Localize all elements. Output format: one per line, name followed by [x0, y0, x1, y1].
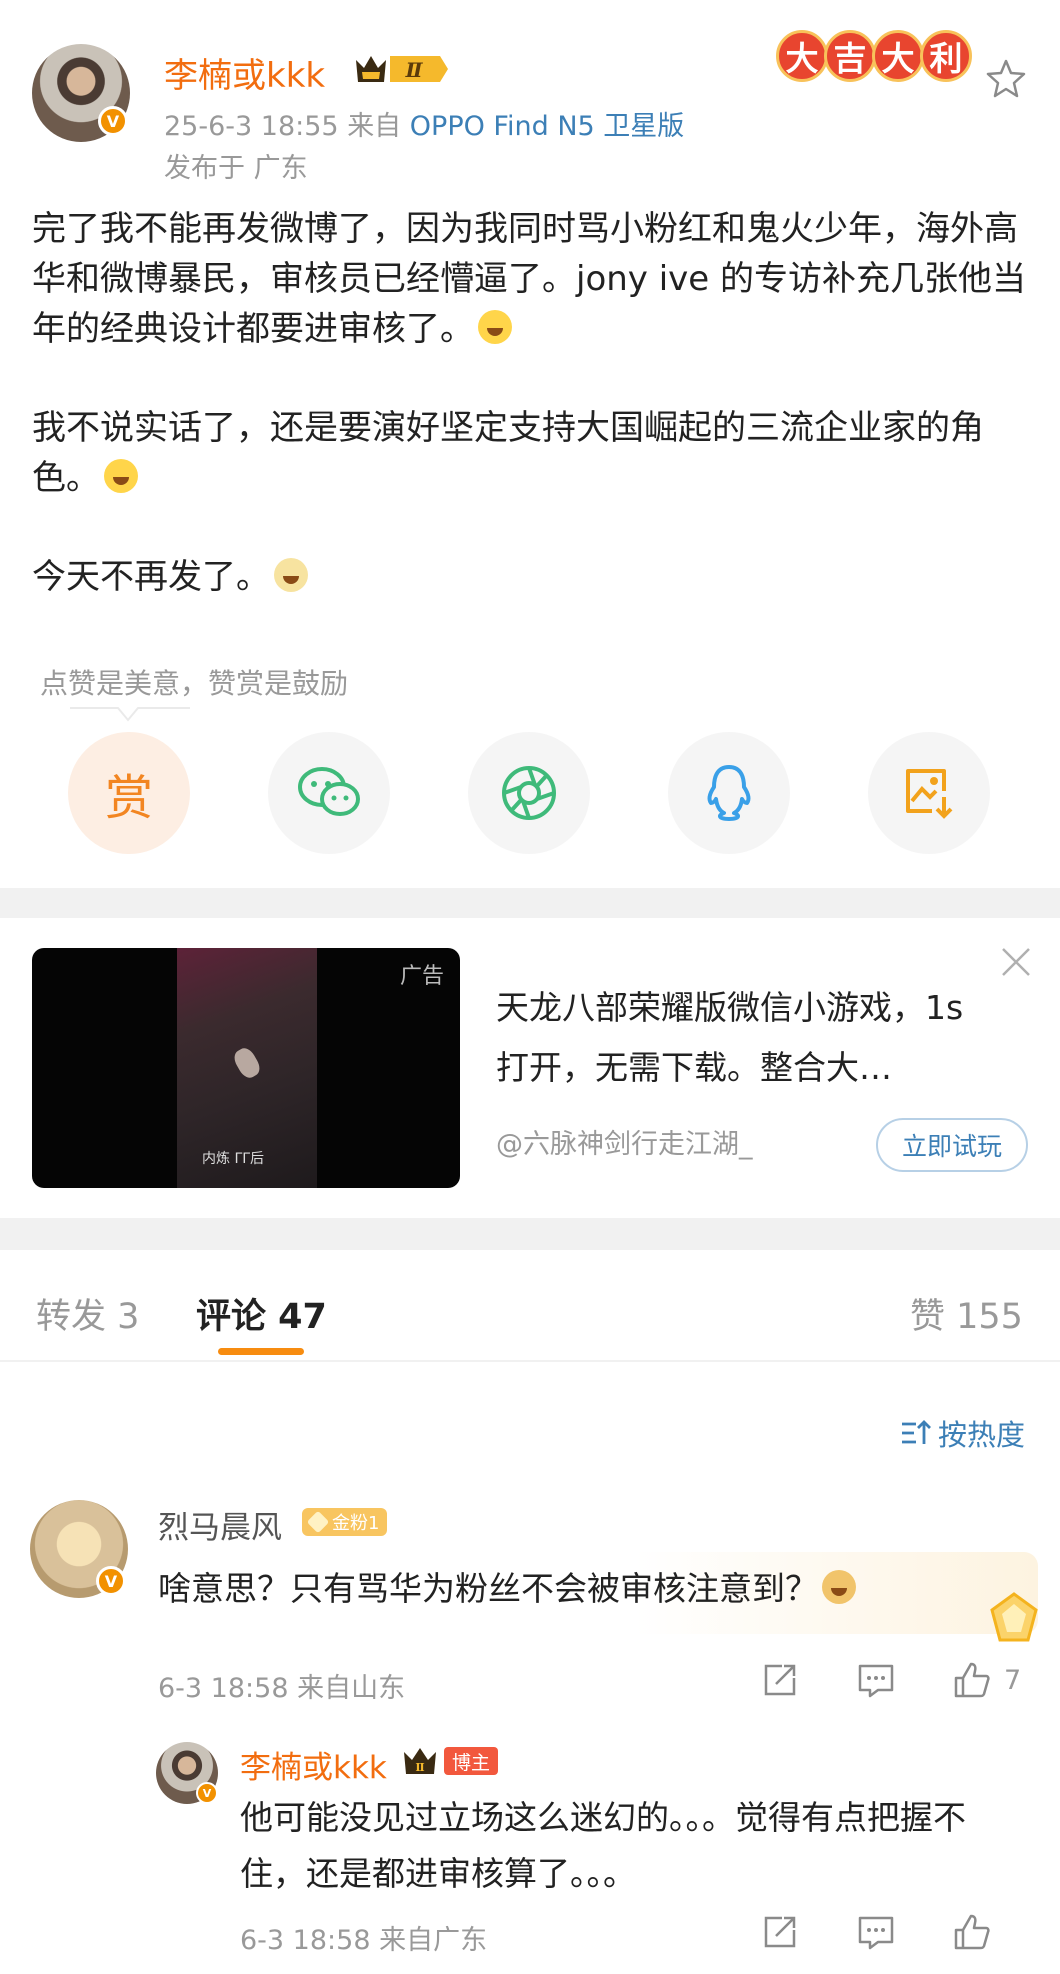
- post-source-device[interactable]: OPPO Find N5 卫星版: [410, 111, 685, 142]
- author-username[interactable]: 李楠或kkk: [164, 48, 325, 97]
- verified-badge-icon: V: [98, 106, 128, 136]
- share-moments-button[interactable]: [468, 732, 590, 854]
- reply-comment-icon[interactable]: [856, 1912, 896, 1952]
- section-divider: [0, 888, 1060, 918]
- qq-icon: [707, 765, 751, 821]
- save-image-button[interactable]: [868, 732, 990, 854]
- section-divider: [0, 1218, 1060, 1250]
- tab-comments[interactable]: 评论 47: [196, 1288, 327, 1339]
- sort-icon: [902, 1420, 931, 1444]
- host-tag: 博主: [444, 1747, 499, 1775]
- ad-card[interactable]: 内炼 ΓΓ后 广告 天龙八部荣耀版微信小游戏，1s打开，无需下载。整合大… @六…: [0, 918, 1060, 1218]
- reply-comment-icon[interactable]: [856, 1660, 896, 1700]
- reward-tip: 点赞是美意，赞赏是鼓励: [40, 667, 349, 700]
- tab-reposts[interactable]: 转发 3: [36, 1288, 139, 1339]
- luck-badge[interactable]: 大 吉 大 利: [776, 30, 972, 82]
- post-timestamp: 25-6-3 18:55: [164, 111, 339, 142]
- reply-meta: 6-3 18:58 来自广东: [240, 1925, 488, 1956]
- reward-button[interactable]: 赏: [68, 732, 190, 854]
- active-tab-indicator: [218, 1348, 304, 1355]
- commenter-username[interactable]: 烈马晨风: [158, 1502, 282, 1547]
- post-paragraph: 我不说实话了，还是要演好坚定支持大国崛起的三流企业家的角色。: [32, 408, 984, 498]
- laugh-cry-emoji-icon: [104, 459, 138, 493]
- post-meta: 25-6-3 18:55 来自 OPPO Find N5 卫星版: [164, 104, 684, 143]
- doge-emoji-icon: [822, 1570, 856, 1604]
- like-count: 7: [1004, 1664, 1022, 1696]
- share-wechat-button[interactable]: [268, 732, 390, 854]
- gold-gem-icon: [990, 1592, 1038, 1642]
- sort-by-hot-button[interactable]: 按热度: [900, 1412, 1025, 1454]
- rank-badge-text: Ⅱ: [405, 58, 424, 82]
- repost-icon[interactable]: [762, 1660, 798, 1700]
- comment-meta: 6-3 18:58 来自山东: [158, 1673, 406, 1704]
- save-image-icon: [906, 769, 953, 819]
- comment-text: 啥意思？只有骂华为粉丝不会被审核注意到？: [158, 1562, 856, 1610]
- ad-video-thumbnail[interactable]: 内炼 ΓΓ后 广告: [32, 948, 460, 1188]
- post-paragraph: 今天不再发了。: [32, 552, 1032, 602]
- tab-likes[interactable]: 赞 155: [910, 1288, 1023, 1339]
- reward-button-label: 赏: [104, 770, 153, 826]
- reply-author-username[interactable]: 李楠或kkk: [240, 1742, 387, 1787]
- verified-badge-icon: V: [196, 1782, 218, 1804]
- moments-icon: [502, 766, 556, 820]
- thumbs-up-icon[interactable]: [952, 1912, 992, 1952]
- ad-try-now-button[interactable]: 立即试玩: [876, 1118, 1028, 1172]
- favorite-star-icon[interactable]: [986, 58, 1026, 98]
- post-location: 发布于 广东: [164, 153, 308, 184]
- zipped-mouth-emoji-icon: [274, 558, 308, 592]
- share-qq-button[interactable]: [668, 732, 790, 854]
- crown-rank-badge-icon[interactable]: Ⅱ: [354, 52, 450, 86]
- crown-rank-badge-icon: Ⅱ: [404, 1748, 436, 1774]
- luck-char-2: 吉: [824, 30, 876, 82]
- luck-char-4: 利: [920, 30, 972, 82]
- post-source-prefix: 来自: [347, 111, 402, 142]
- ad-video-caption: 内炼 ΓΓ后: [202, 1151, 265, 1167]
- like-button[interactable]: 7: [952, 1660, 1021, 1700]
- ad-source[interactable]: @六脉神剑行走江湖_: [496, 1122, 753, 1161]
- interaction-tabs: 转发 3 评论 47 赞 155: [0, 1250, 1060, 1362]
- gold-fan-badge[interactable]: 金粉1: [302, 1508, 388, 1536]
- share-row: 赏: [68, 732, 992, 856]
- wechat-icon: [298, 767, 360, 816]
- close-icon[interactable]: [1000, 946, 1032, 978]
- ad-tag: 广告: [399, 964, 444, 989]
- host-badge: Ⅱ 博主: [402, 1746, 499, 1776]
- post-paragraph: 完了我不能再发微博了，因为我同时骂小粉红和鬼火少年，海外高华和微博暴民，审核员已…: [32, 209, 1027, 349]
- post-body: 完了我不能再发微博了，因为我同时骂小粉红和鬼火少年，海外高华和微博暴民，审核员已…: [32, 204, 1032, 651]
- thumbs-up-icon: [954, 1662, 990, 1698]
- reply-text: 他可能没见过立场这么迷幻的。。。觉得有点把握不住，还是都进审核算了。。。: [240, 1798, 966, 1893]
- laugh-cry-emoji-icon: [478, 310, 512, 344]
- reply-rank-badge-text: Ⅱ: [415, 1761, 424, 1774]
- tip-pointer-icon: [70, 707, 190, 722]
- sort-label: 按热度: [938, 1418, 1026, 1452]
- post-card: V 李楠或kkk Ⅱ 25-6-3 18:55 来自 OPPO Find N5 …: [0, 0, 1060, 888]
- luck-char-1: 大: [776, 30, 828, 82]
- luck-char-3: 大: [872, 30, 924, 82]
- repost-icon[interactable]: [762, 1912, 798, 1952]
- ad-title[interactable]: 天龙八部荣耀版微信小游戏，1s打开，无需下载。整合大…: [496, 978, 996, 1098]
- verified-badge-icon: V: [96, 1566, 126, 1596]
